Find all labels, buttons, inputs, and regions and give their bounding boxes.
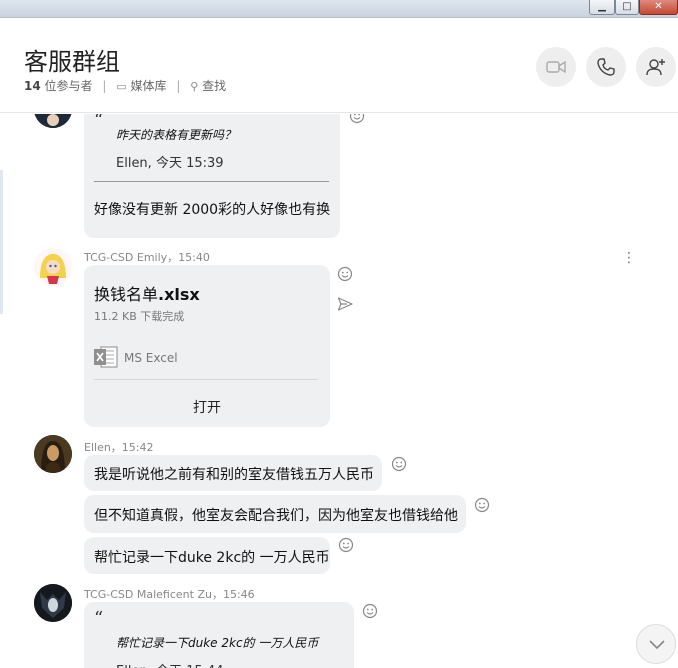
message-text: 我是听说他之前有和别的室友借钱五万人民币 <box>94 467 374 483</box>
avatar-image <box>34 248 72 286</box>
add-participant-button[interactable] <box>636 47 676 87</box>
sender-name-time: TCG-CSD Maleficent Zu，15:46 <box>84 588 255 601</box>
maximize-button[interactable]: □ <box>615 0 639 15</box>
quoted-message-text: 昨天的表格有更新吗？ <box>116 128 237 142</box>
message-text: 帮忙记录一下duke 2kc的 一万人民币 <box>94 550 330 566</box>
audio-call-button[interactable] <box>586 47 626 87</box>
message-bubble[interactable]: 我是听说他之前有和别的室友借钱五万人民币 <box>84 455 382 491</box>
more-options-icon[interactable]: ⋮ <box>622 251 636 265</box>
avatar-image <box>34 114 72 128</box>
avatar[interactable] <box>34 114 72 128</box>
smiley-icon[interactable] <box>391 456 407 472</box>
file-name[interactable]: 换钱名单.xlsx <box>94 281 200 305</box>
message-text: 好像没有更新 2000彩的人好像也有换 <box>94 202 331 218</box>
file-extension: .xlsx <box>158 285 200 304</box>
file-status: 11.2 KB 下载完成 <box>94 310 185 323</box>
maximize-icon: □ <box>622 1 632 12</box>
search-icon[interactable]: ⚲ <box>190 80 198 93</box>
video-icon <box>546 60 566 74</box>
video-call-button[interactable] <box>536 47 576 87</box>
chevron-down-icon <box>649 640 665 650</box>
add-person-icon <box>646 59 665 76</box>
message-text: 但不知道真假，他室友会配合我们，因为他室友也借钱给他 <box>94 508 458 524</box>
scroll-to-bottom-button[interactable] <box>636 624 676 664</box>
minimize-icon: ▁ <box>598 1 606 12</box>
close-icon: ✕ <box>654 1 663 12</box>
avatar[interactable] <box>34 435 72 473</box>
close-button[interactable]: ✕ <box>639 0 678 15</box>
avatar-image <box>34 435 72 473</box>
conversation-subheader: 14 位参与者 | ▭ 媒体库 | ⚲ 查找 <box>24 77 226 94</box>
sender-name-time: Ellen，15:42 <box>84 441 154 454</box>
participants-count[interactable]: 14 <box>24 79 41 93</box>
message-bubble[interactable]: “ 昨天的表格有更新吗？ Ellen, 今天 15:39 好像没有更新 2000… <box>84 114 340 238</box>
avatar[interactable] <box>34 584 72 622</box>
smiley-icon[interactable] <box>474 497 490 513</box>
file-base-name: 换钱名单 <box>94 285 159 304</box>
smiley-icon[interactable] <box>362 603 378 619</box>
quoted-message-meta: Ellen, 今天 15:44 <box>116 660 224 668</box>
smiley-icon[interactable] <box>337 266 353 282</box>
quote-divider <box>94 181 329 182</box>
avatar[interactable] <box>34 248 72 286</box>
smiley-icon[interactable] <box>349 114 365 124</box>
message-bubble[interactable]: 帮忙记录一下duke 2kc的 一万人民币 <box>84 537 330 574</box>
gallery-icon[interactable]: ▭ <box>116 80 126 93</box>
conversation-title: 客服群组 <box>24 48 120 76</box>
participants-label[interactable]: 位参与者 <box>45 79 93 93</box>
quote-icon: “ <box>94 114 104 131</box>
avatar-image <box>34 584 72 622</box>
separator: | <box>176 79 181 93</box>
window-titlebar: ▁ □ ✕ <box>0 0 678 18</box>
quoted-message-meta: Ellen, 今天 15:39 <box>116 156 224 171</box>
conversation-header: 客服群组 14 位参与者 | ▭ 媒体库 | ⚲ 查找 <box>0 18 678 113</box>
phone-icon <box>597 58 615 76</box>
separator: | <box>102 79 107 93</box>
file-type-label: MS Excel <box>124 351 178 365</box>
sidebar-edge <box>0 170 3 314</box>
sender-name-time: TCG-CSD Emily，15:40 <box>84 251 210 264</box>
smiley-icon[interactable] <box>338 537 354 553</box>
open-file-button[interactable]: 打开 <box>84 397 330 417</box>
message-bubble[interactable]: “ 帮忙记录一下duke 2kc的 一万人民币 Ellen, 今天 15:44 <box>84 602 354 668</box>
send-icon[interactable] <box>337 296 353 312</box>
message-bubble[interactable]: 但不知道真假，他室友会配合我们，因为他室友也借钱给他 <box>84 495 466 533</box>
quote-icon: “ <box>94 608 104 629</box>
media-gallery-link[interactable]: 媒体库 <box>130 79 166 93</box>
quoted-message-text: 帮忙记录一下duke 2kc的 一万人民币 <box>116 636 319 650</box>
find-link[interactable]: 查找 <box>202 79 226 93</box>
minimize-button[interactable]: ▁ <box>589 0 615 15</box>
message-list[interactable]: “ 昨天的表格有更新吗？ Ellen, 今天 15:39 好像没有更新 2000… <box>0 114 678 668</box>
chat-window: ▁ □ ✕ 客服群组 14 位参与者 | ▭ 媒体库 | ⚲ 查找 “ 昨天的表… <box>0 0 678 668</box>
excel-icon <box>94 346 118 368</box>
file-divider <box>94 379 318 380</box>
file-message-bubble[interactable]: 换钱名单.xlsx 11.2 KB 下载完成 MS Excel 打开 <box>84 265 330 427</box>
